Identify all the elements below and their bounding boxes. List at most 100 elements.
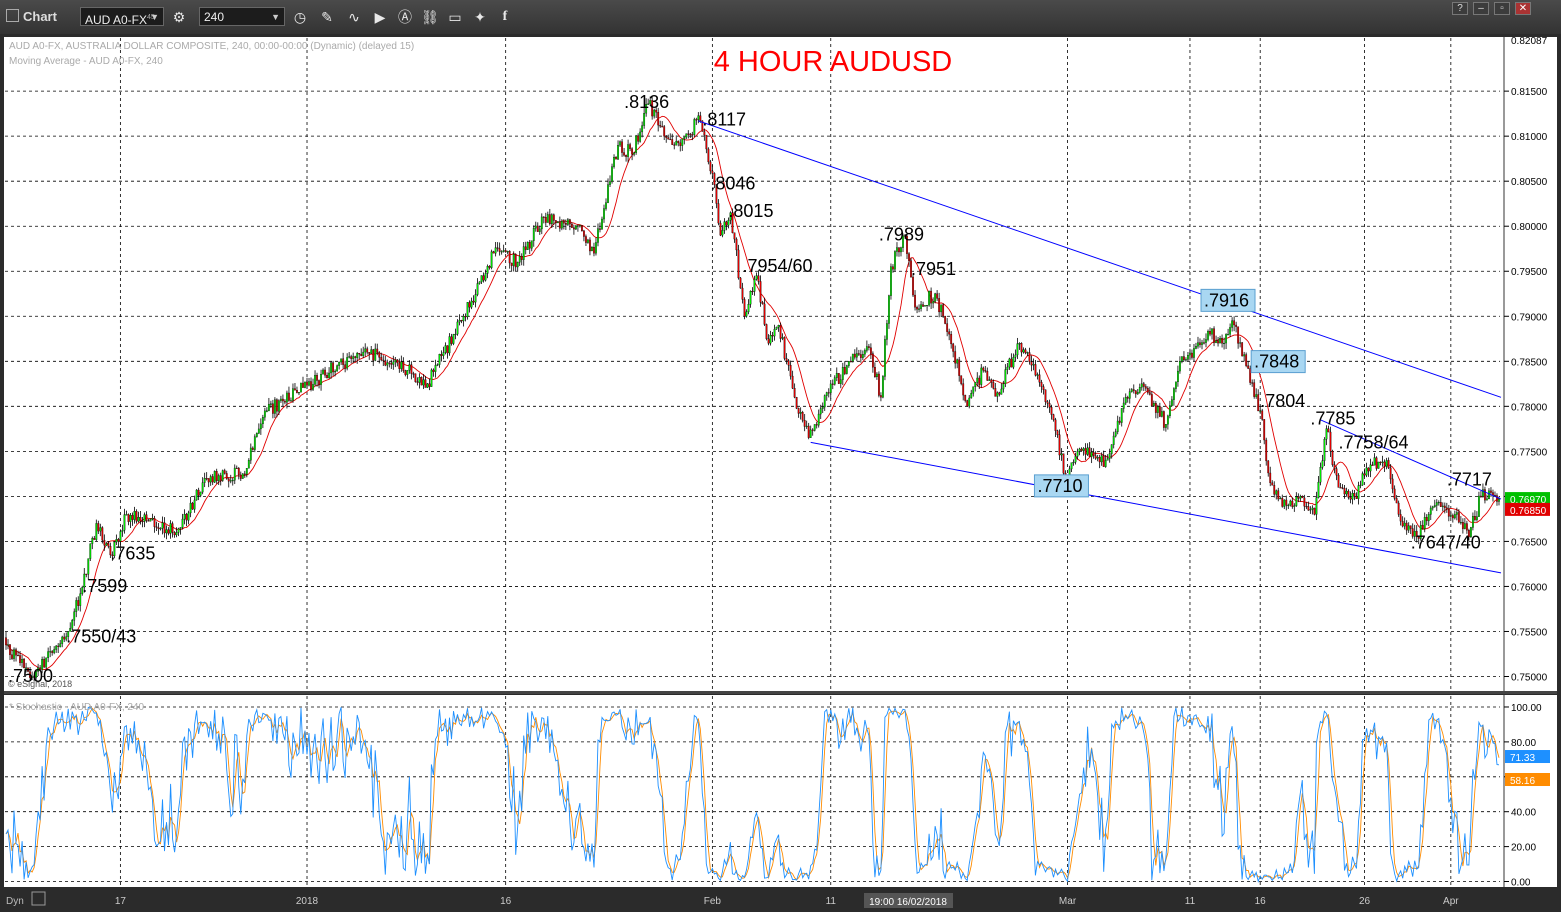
candle-body	[821, 406, 824, 409]
candle-body	[1375, 457, 1378, 469]
candle-body	[791, 375, 794, 389]
interval-input[interactable]: 240 ▼	[199, 7, 285, 26]
candle-body	[193, 499, 196, 510]
candle-body	[386, 362, 389, 366]
candle-body	[593, 246, 595, 254]
candle-body	[99, 527, 102, 532]
candle-body	[1162, 411, 1165, 428]
candle-body	[912, 276, 914, 296]
stochastic-title: * Stochastic - AUD A0-FX, 240	[9, 702, 144, 713]
play-icon[interactable]: ▶	[371, 8, 389, 26]
candle-body	[201, 482, 204, 493]
candle-body	[1461, 522, 1464, 529]
candle-body	[811, 429, 814, 431]
candle-body	[434, 365, 437, 372]
price-tick-label: 0.75500	[1511, 627, 1548, 638]
candle-body	[1401, 520, 1404, 527]
symbol-dropdown-icon[interactable]: ▼	[150, 8, 159, 27]
candle-body	[1255, 394, 1258, 397]
candle-body	[775, 326, 778, 330]
candle-body	[894, 251, 896, 270]
chart-canvas[interactable]: 0.81500 0.81000 0.80500 0.80000 0.79500 0.790…	[0, 34, 1561, 912]
candle-body	[859, 354, 862, 358]
candle-body	[1070, 462, 1073, 470]
candle-body	[526, 242, 529, 250]
price-annotation: .7916	[1204, 290, 1249, 310]
candle	[845, 364, 848, 375]
candle-body	[611, 166, 613, 182]
candle-body	[394, 359, 397, 363]
candle-body	[1367, 467, 1370, 472]
candle-body	[1425, 517, 1428, 522]
candle-body	[1034, 364, 1037, 376]
candle-body	[290, 400, 292, 402]
line-tools-icon[interactable]: ∿	[345, 8, 363, 26]
candle-body	[1239, 342, 1242, 344]
candle-body	[683, 136, 686, 140]
candle-body	[426, 383, 429, 388]
candle-body	[360, 353, 363, 356]
candle-body	[304, 381, 306, 388]
candle-body	[1317, 481, 1320, 498]
candle	[966, 399, 969, 407]
facebook-icon[interactable]: f	[496, 8, 514, 26]
candle-body	[127, 514, 130, 522]
help-button[interactable]: ?	[1452, 2, 1468, 15]
candle-body	[882, 376, 884, 398]
candle-body	[1036, 374, 1039, 376]
candle-body	[1245, 354, 1248, 366]
candle-body	[444, 345, 447, 353]
candle-body	[1393, 488, 1396, 499]
link-icon[interactable]: ⛓	[421, 8, 439, 26]
candle-body	[833, 377, 836, 385]
pencil-icon[interactable]: ✎	[318, 8, 336, 26]
candle-body	[747, 304, 750, 313]
candle-body	[1223, 342, 1225, 345]
alert-icon[interactable]: Ⓐ	[396, 8, 414, 26]
candle-body	[876, 373, 878, 378]
candle-body	[233, 467, 236, 481]
symbol-input[interactable]: AUD A0-FX45 ▼	[80, 7, 164, 27]
clock-icon[interactable]: ◷	[291, 8, 309, 26]
candle-body	[101, 527, 104, 541]
candle-body	[442, 352, 445, 356]
candle-body	[1225, 334, 1227, 344]
time-tick-label: 16	[500, 896, 512, 907]
candle-body	[408, 364, 411, 371]
time-tick-label: Mar	[1059, 896, 1077, 907]
price-annotation: .7647/40	[1411, 533, 1481, 553]
candle-body	[141, 520, 144, 523]
candle-body	[364, 348, 367, 353]
chart-header-line2: Moving Average - AUD A0-FX, 240	[9, 56, 163, 67]
candle-body	[1072, 461, 1075, 464]
interval-dropdown-icon[interactable]: ▼	[271, 8, 280, 27]
comment-icon[interactable]: ▭	[446, 8, 464, 26]
restore-button[interactable]: ▫	[1494, 2, 1510, 15]
candle-body	[1215, 340, 1217, 343]
candle-body	[562, 221, 565, 224]
twitter-icon[interactable]: ✦	[471, 8, 489, 26]
candle-body	[1016, 343, 1019, 356]
settings-icon[interactable]: ⚙	[170, 8, 188, 26]
chart-window-icon	[6, 9, 19, 22]
dyn-label[interactable]: Dyn	[6, 896, 24, 907]
candle	[878, 371, 880, 398]
candle-body	[857, 353, 860, 355]
candle-body	[338, 361, 341, 366]
close-button[interactable]: ✕	[1515, 2, 1531, 15]
candle-body	[1251, 382, 1254, 384]
candle-body	[1435, 502, 1438, 506]
candle-body	[1405, 522, 1408, 531]
minimize-button[interactable]: –	[1473, 2, 1489, 15]
candle-body	[1387, 460, 1390, 469]
candle-body	[1323, 439, 1326, 461]
candle-body	[980, 367, 983, 385]
candle-body	[633, 152, 636, 155]
candle-body	[284, 400, 286, 403]
candle-body	[117, 539, 120, 542]
chart-header-line1: AUD A0-FX, AUSTRALIA DOLLAR COMPOSITE, 2…	[9, 41, 414, 52]
candle-body	[1150, 394, 1153, 406]
candle-body	[815, 424, 818, 426]
candle-body	[1397, 502, 1400, 515]
candle-body	[332, 362, 334, 373]
